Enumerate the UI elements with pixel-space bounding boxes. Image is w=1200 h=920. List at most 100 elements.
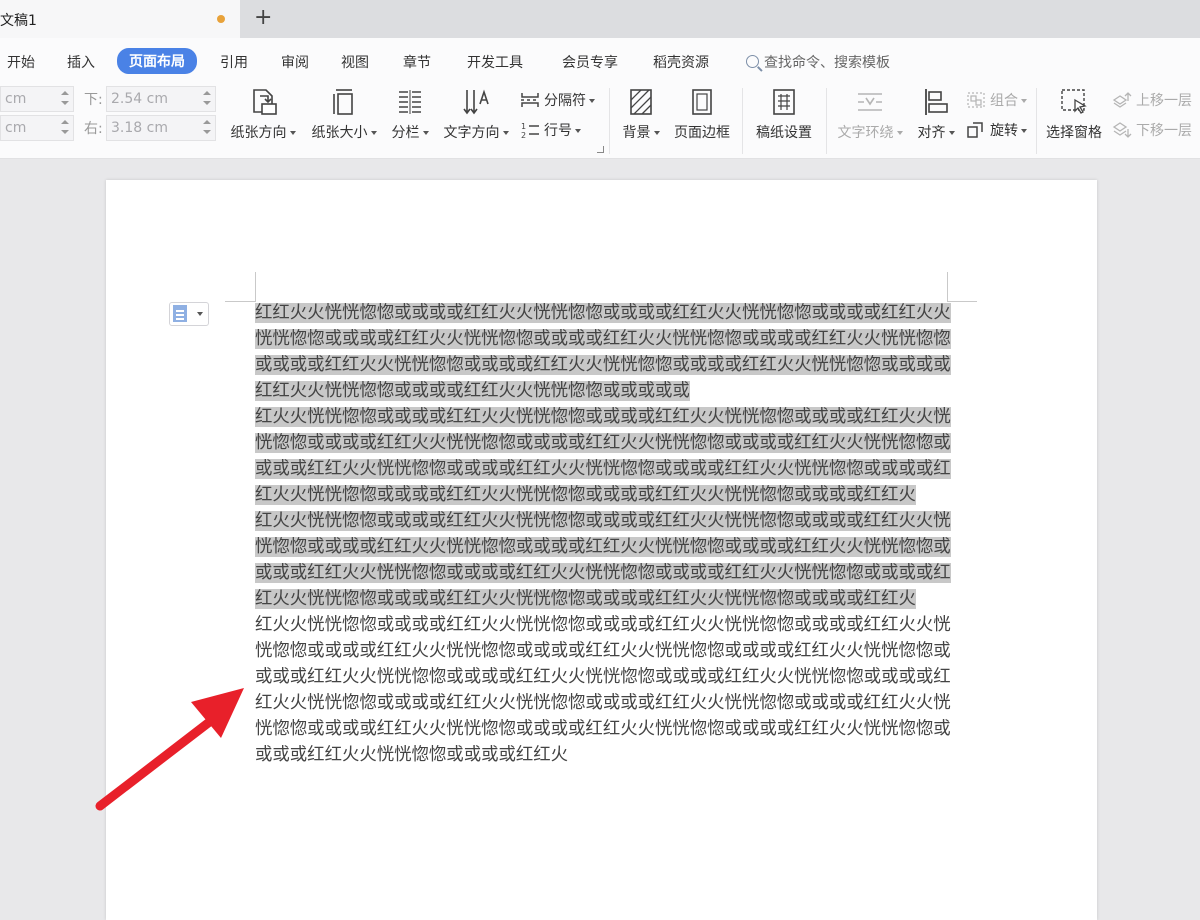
toolbar-separator (826, 88, 827, 154)
paper-settings-label: 稿纸设置 (756, 125, 812, 141)
document-body[interactable]: 红红火火恍恍惚惚或或或或红红火火恍恍惚惚或或或或红红火火恍恍惚惚或或或或红红火火… (255, 300, 955, 768)
spinner-icon[interactable] (61, 89, 69, 109)
margin-top-input[interactable]: cm (0, 86, 74, 112)
page-setup-launcher-icon[interactable] (597, 146, 604, 153)
page-border-button[interactable]: 页面边框 (670, 86, 734, 142)
tab-bar: 文稿1 + (0, 0, 1200, 38)
paragraph-text: 红红火火恍恍惚惚或或或或红红火火恍恍惚惚或或或或红红火火恍恍惚惚或或或或红红火火… (255, 303, 951, 401)
text-direction-label: 文字方向 (443, 125, 500, 141)
align-button[interactable]: 对齐 (914, 86, 958, 142)
new-tab-button[interactable]: + (254, 6, 272, 30)
menu-bar: 开始 插入 页面布局 引用 审阅 视图 章节 开发工具 会员专享 稻壳资源 查找… (0, 38, 1200, 82)
send-backward-button[interactable]: 下移一层 (1112, 120, 1192, 140)
orientation-label: 纸张方向 (230, 125, 287, 141)
margin-right-label: 右: (84, 121, 103, 137)
manuscript-paper-icon (773, 89, 795, 115)
margin-corner-mark (225, 301, 255, 302)
group-button[interactable]: 组合 (966, 90, 1027, 110)
dropdown-caret-icon (1021, 129, 1027, 133)
paragraph[interactable]: 红火火恍恍惚惚或或或或红红火火恍恍惚惚或或或或红红火火恍恍惚惚或或或或红红火火恍… (255, 508, 955, 612)
dropdown-caret-icon (370, 131, 377, 135)
margin-left-input[interactable]: cm (0, 115, 74, 141)
dropdown-caret-icon (289, 131, 296, 135)
menu-insert[interactable]: 插入 (67, 52, 95, 72)
margin-corner-mark (255, 272, 256, 302)
text-wrap-button[interactable]: 文字环绕 (834, 86, 906, 142)
page-border-label: 页面边框 (674, 125, 730, 141)
bring-forward-icon (1112, 92, 1132, 108)
menu-developer[interactable]: 开发工具 (467, 52, 523, 72)
menu-docer-resources[interactable]: 稻壳资源 (653, 52, 709, 72)
columns-label: 分栏 (391, 125, 420, 141)
command-search-text: 查找命令、搜索模板 (764, 55, 890, 71)
selection-pane-button[interactable]: 选择窗格 (1042, 86, 1106, 142)
orientation-icon (253, 89, 277, 115)
paper-size-icon (333, 89, 353, 115)
dropdown-caret-icon (502, 131, 509, 135)
text-direction-button[interactable]: 文字方向 (440, 86, 512, 142)
paragraph[interactable]: 红红火火恍恍惚惚或或或或红红火火恍恍惚惚或或或或红红火火恍恍惚惚或或或或红红火火… (255, 300, 955, 404)
menu-home[interactable]: 开始 (7, 52, 35, 72)
unsaved-indicator (217, 15, 225, 23)
dropdown-caret-icon (197, 312, 203, 316)
selection-pane-label: 选择窗格 (1046, 125, 1102, 141)
spinner-icon[interactable] (203, 89, 211, 109)
background-icon (630, 89, 652, 115)
background-label: 背景 (622, 125, 651, 141)
dropdown-caret-icon (948, 131, 955, 135)
bring-forward-button[interactable]: 上移一层 (1112, 90, 1192, 110)
text-direction-icon (463, 89, 489, 115)
dropdown-caret-icon (1021, 99, 1027, 103)
menu-references[interactable]: 引用 (220, 52, 248, 72)
paper-size-button[interactable]: 纸张大小 (308, 86, 380, 142)
orientation-button[interactable]: 纸张方向 (228, 86, 298, 142)
menu-review[interactable]: 审阅 (281, 52, 309, 72)
selection-pane-icon (1061, 89, 1087, 114)
text-wrap-icon (858, 93, 882, 111)
margin-bottom-label: 下: (84, 92, 103, 108)
command-search[interactable]: 查找命令、搜索模板 (746, 52, 890, 72)
dropdown-caret-icon (653, 131, 660, 135)
text-wrap-label: 文字环绕 (837, 125, 894, 141)
margin-right-input[interactable]: 3.18 cm (106, 115, 216, 141)
document-tab-title: 文稿1 (0, 13, 37, 29)
paper-size-label: 纸张大小 (311, 125, 368, 141)
line-numbers-button[interactable]: 1 2 行号 (520, 120, 581, 140)
columns-icon (399, 90, 421, 114)
dropdown-caret-icon (589, 99, 595, 103)
rotate-icon (967, 122, 983, 138)
toolbar: cm cm 下: 右: 2.54 cm 3.18 cm 纸张方向 纸张大小 分栏… (0, 82, 1200, 158)
margin-corner-mark (947, 272, 948, 302)
svg-text:1: 1 (521, 122, 526, 131)
background-button[interactable]: 背景 (618, 86, 664, 142)
rotate-label: 旋转 (990, 123, 1018, 139)
paragraph[interactable]: 红火火恍恍惚惚或或或或红红火火恍恍惚惚或或或或红红火火恍恍惚惚或或或或红红火火恍… (255, 404, 955, 508)
line-numbers-icon: 12 (521, 122, 539, 139)
breaks-button[interactable]: 分隔符 (520, 90, 595, 110)
page-border-icon (692, 89, 712, 115)
group-icon (967, 92, 985, 108)
columns-button[interactable]: 分栏 (388, 86, 432, 142)
menu-view[interactable]: 视图 (341, 52, 369, 72)
send-backward-icon (1112, 122, 1132, 138)
spinner-icon[interactable] (61, 118, 69, 138)
spinner-icon[interactable] (203, 118, 211, 138)
rotate-button[interactable]: 旋转 (966, 120, 1027, 140)
paper-settings-button[interactable]: 稿纸设置 (752, 86, 816, 142)
margin-bottom-input[interactable]: 2.54 cm (106, 86, 216, 112)
menu-page-layout[interactable]: 页面布局 (117, 48, 197, 74)
page-break-icon (521, 93, 539, 107)
dropdown-caret-icon (575, 129, 581, 133)
menu-section[interactable]: 章节 (403, 52, 431, 72)
send-backward-label: 下移一层 (1136, 123, 1192, 139)
paragraph-layout-button[interactable] (169, 302, 209, 326)
menu-member[interactable]: 会员专享 (562, 52, 618, 72)
dropdown-caret-icon (422, 131, 429, 135)
line-numbers-label: 行号 (544, 123, 572, 139)
document-tab[interactable]: 文稿1 (0, 0, 240, 38)
align-left-icon (925, 89, 948, 115)
ribbon: 开始 插入 页面布局 引用 审阅 视图 章节 开发工具 会员专享 稻壳资源 查找… (0, 38, 1200, 159)
svg-text:2: 2 (521, 131, 526, 139)
paragraph[interactable]: 红火火恍恍惚惚或或或或红红火火恍恍惚惚或或或或红红火火恍恍惚惚或或或或红红火火恍… (255, 612, 955, 768)
group-label: 组合 (990, 93, 1018, 109)
